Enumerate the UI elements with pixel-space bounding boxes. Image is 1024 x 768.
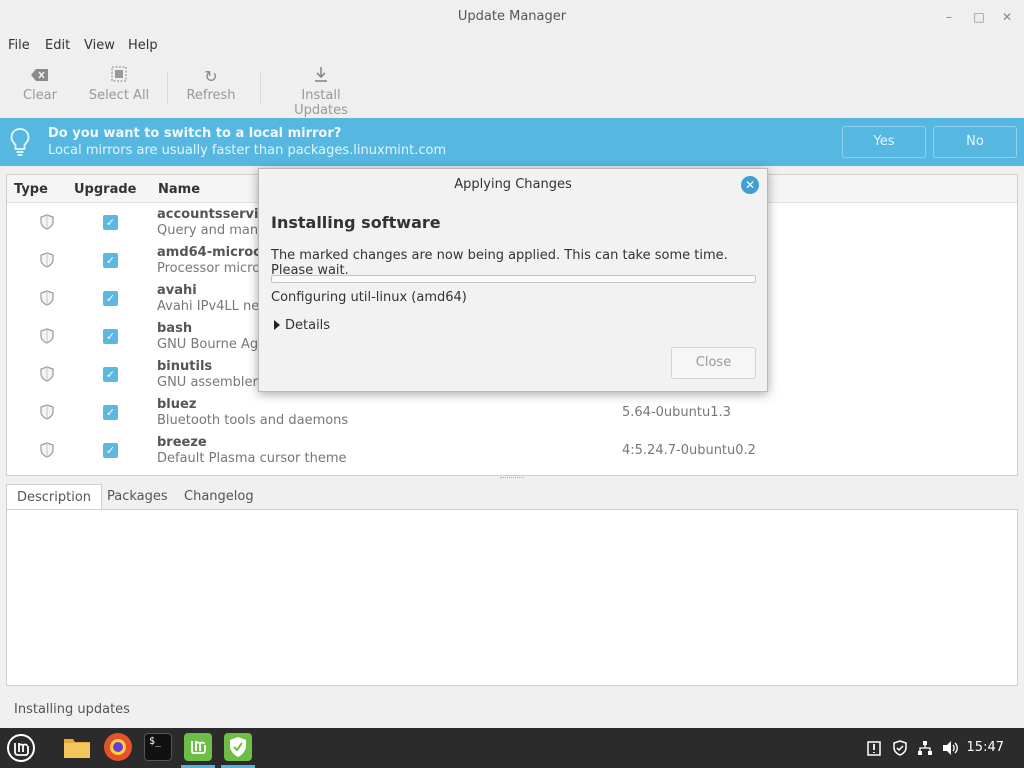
clock[interactable]: 15:47 (967, 740, 1004, 755)
close-window-icon[interactable]: ✕ (994, 0, 1020, 34)
column-name[interactable]: Name (158, 182, 200, 197)
mirror-hint: Local mirrors are usually faster than pa… (48, 143, 447, 158)
package-name: avahi (157, 283, 197, 298)
mintupdate-icon[interactable] (184, 733, 212, 761)
package-description: Query and manip (157, 223, 270, 238)
folder-icon[interactable] (62, 733, 90, 761)
close-button[interactable]: Close (671, 347, 756, 379)
update-notify-icon[interactable] (866, 740, 882, 756)
package-version: 4:5.24.7-0ubuntu0.2 (622, 443, 756, 458)
applying-changes-dialog: Applying Changes ✕ Installing software T… (258, 168, 768, 392)
dialog-heading: Installing software (271, 213, 441, 232)
security-shield-icon (40, 328, 54, 344)
package-description: GNU assembler, l (157, 375, 270, 390)
dialog-message: The marked changes are now being applied… (271, 248, 728, 278)
tab-changelog[interactable]: Changelog (174, 484, 264, 510)
package-description: GNU Bourne Aga (157, 337, 267, 352)
close-icon[interactable]: ✕ (741, 176, 759, 194)
window-title: Update Manager (457, 9, 567, 24)
toolbar-separator (260, 72, 261, 104)
upgrade-checkbox[interactable]: ✓ (103, 291, 118, 306)
menu-edit[interactable]: Edit (45, 38, 70, 53)
status-text: Installing updates (14, 702, 130, 717)
upgrade-checkbox[interactable]: ✓ (103, 443, 118, 458)
menu-view[interactable]: View (84, 38, 115, 53)
volume-icon[interactable] (942, 740, 958, 756)
terminal-icon[interactable]: $_ (144, 733, 172, 761)
package-name: bluez (157, 397, 197, 412)
security-shield-icon (40, 404, 54, 420)
clear-button[interactable]: Clear (22, 66, 58, 103)
shield-app-icon[interactable] (224, 733, 252, 761)
minimize-icon[interactable]: – (936, 0, 962, 34)
upgrade-checkbox[interactable]: ✓ (103, 215, 118, 230)
dialog-title: Applying Changes (454, 177, 572, 192)
lightbulb-icon (10, 127, 30, 157)
security-shield-icon (40, 214, 54, 230)
package-name: breeze (157, 435, 207, 450)
select-all-icon (88, 66, 150, 88)
details-expander[interactable]: Details (274, 318, 330, 333)
download-icon (273, 66, 369, 88)
title-bar: Update Manager – □ ✕ (0, 0, 1024, 34)
mirror-question: Do you want to switch to a local mirror? (48, 126, 342, 141)
package-version: 5.64-0ubuntu1.3 (622, 405, 731, 420)
table-row[interactable]: ✓ bluez Bluetooth tools and daemons 5.64-0u… (7, 395, 1017, 433)
backspace-icon (22, 66, 58, 88)
network-icon[interactable] (917, 740, 933, 756)
refresh-icon: ↻ (204, 67, 218, 86)
package-description: Processor microc (157, 261, 268, 276)
firefox-icon[interactable] (104, 733, 132, 761)
table-row[interactable]: ✓ breeze Default Plasma cursor theme 4:5.24… (7, 433, 1017, 471)
toolbar: Clear Select All ↻ Refresh Install Updat… (0, 58, 1024, 118)
package-name: bash (157, 321, 193, 336)
taskbar: $_ 15:47 (0, 728, 1024, 768)
security-shield-icon (40, 366, 54, 382)
mirror-infobar: Do you want to switch to a local mirror?… (0, 118, 1024, 166)
upgrade-checkbox[interactable]: ✓ (103, 405, 118, 420)
select-all-button[interactable]: Select All (88, 66, 150, 103)
shield-tray-icon[interactable] (892, 740, 908, 756)
security-shield-icon (40, 290, 54, 306)
mirror-no-button[interactable]: No (933, 126, 1017, 158)
pane-resize-handle[interactable] (500, 477, 524, 481)
security-shield-icon (40, 442, 54, 458)
mirror-yes-button[interactable]: Yes (842, 126, 926, 158)
progress-bar (271, 275, 756, 283)
detail-tabs: Description Packages Changelog (6, 484, 1018, 510)
upgrade-checkbox[interactable]: ✓ (103, 329, 118, 344)
column-upgrade[interactable]: Upgrade (74, 182, 136, 197)
tab-packages[interactable]: Packages (97, 484, 178, 510)
configuring-status: Configuring util-linux (amd64) (271, 290, 467, 305)
package-name: binutils (157, 359, 213, 374)
install-updates-button[interactable]: Install Updates (273, 66, 369, 118)
description-panel (6, 509, 1018, 686)
menu-help[interactable]: Help (128, 38, 158, 53)
upgrade-checkbox[interactable]: ✓ (103, 253, 118, 268)
menu-file[interactable]: File (8, 38, 30, 53)
column-type[interactable]: Type (14, 182, 48, 197)
upgrade-checkbox[interactable]: ✓ (103, 367, 118, 382)
expand-triangle-icon (274, 319, 280, 330)
maximize-icon[interactable]: □ (966, 0, 992, 34)
menu-bar: File Edit View Help (0, 34, 1024, 58)
package-description: Bluetooth tools and daemons (157, 413, 349, 428)
security-shield-icon (40, 252, 54, 268)
menu-mint-icon[interactable] (6, 733, 36, 763)
tab-description[interactable]: Description (6, 484, 103, 510)
package-description: Default Plasma cursor theme (157, 451, 347, 466)
package-description: Avahi IPv4LL net (157, 299, 265, 314)
refresh-button[interactable]: ↻ Refresh (186, 66, 236, 103)
toolbar-separator (167, 72, 168, 104)
